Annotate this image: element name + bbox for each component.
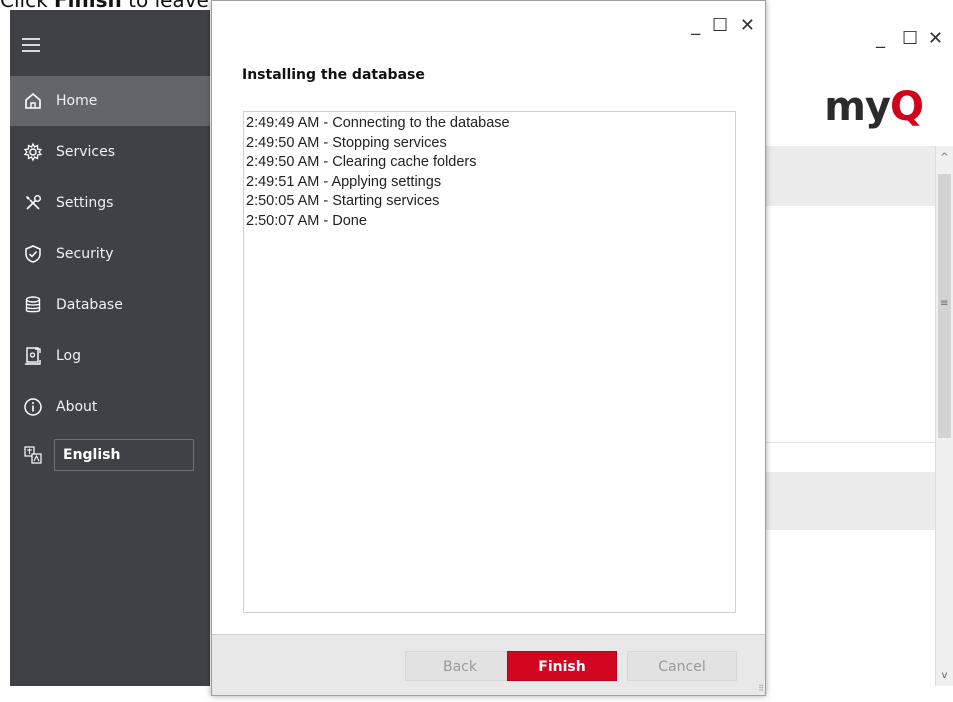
sidebar-item-label: Home	[56, 93, 98, 109]
scroll-down-icon[interactable]: v	[936, 668, 953, 684]
sidebar-item-home[interactable]: Home	[10, 76, 210, 126]
home-icon	[22, 90, 44, 112]
log-line: 2:50:05 AM - Starting services	[246, 193, 440, 210]
language-row: English	[10, 438, 210, 472]
shield-icon	[22, 243, 44, 265]
log-line: 2:49:51 AM - Applying settings	[246, 173, 442, 190]
language-select[interactable]: English	[54, 439, 194, 471]
log-line: 2:50:07 AM - Done	[246, 212, 367, 229]
maximize-icon[interactable]: ☐	[902, 28, 918, 49]
sidebar: Home Services Settings Security Database…	[10, 10, 210, 686]
sidebar-item-about[interactable]: About	[10, 382, 210, 432]
close-icon[interactable]: ✕	[740, 15, 755, 36]
sidebar-item-services[interactable]: Services	[10, 127, 210, 177]
resize-grip-icon[interactable]: ⠿	[758, 684, 764, 693]
log-line: 2:49:49 AM - Connecting to the database	[246, 115, 510, 131]
close-icon[interactable]: ✕	[928, 28, 943, 49]
log-line: 2:49:50 AM - Stopping services	[246, 134, 447, 151]
finish-button[interactable]: Finish	[507, 651, 617, 681]
database-wizard-dialog: _ ☐ ✕ Installing the database 2:49:49 AM…	[211, 0, 766, 696]
sidebar-item-label: Database	[56, 297, 123, 313]
back-button[interactable]: Back	[405, 651, 515, 681]
sidebar-item-label: Settings	[56, 195, 114, 211]
scroll-up-icon[interactable]: ^	[936, 150, 953, 166]
background-window: _ ☐ ✕ myQ ^ ≡ v	[766, 10, 953, 686]
dialog-footer: Back Finish Cancel ⠿	[212, 634, 765, 695]
hamburger-menu-icon[interactable]	[22, 38, 40, 52]
sidebar-item-label: Log	[56, 348, 82, 364]
log-line: 2:49:50 AM - Clearing cache folders	[246, 154, 477, 171]
divider	[766, 442, 936, 443]
dialog-window-controls: _ ☐ ✕	[691, 15, 755, 36]
maximize-icon[interactable]: ☐	[712, 15, 728, 36]
cancel-button[interactable]: Cancel	[627, 651, 737, 681]
myq-logo: myQ	[824, 84, 924, 130]
scrollbar[interactable]: ^ ≡ v	[935, 146, 953, 686]
dialog-heading: Installing the database	[242, 67, 425, 83]
sidebar-item-log[interactable]: Log	[10, 331, 210, 381]
grip-icon: ≡	[940, 298, 949, 309]
minimize-icon[interactable]: _	[876, 28, 885, 49]
gear-icon	[22, 141, 44, 163]
sidebar-item-label: Security	[56, 246, 114, 262]
content-band	[766, 472, 936, 530]
minimize-icon[interactable]: _	[691, 15, 700, 36]
info-icon	[22, 396, 44, 418]
database-icon	[22, 294, 44, 316]
sidebar-item-database[interactable]: Database	[10, 280, 210, 330]
sidebar-item-security[interactable]: Security	[10, 229, 210, 279]
sidebar-item-label: Services	[56, 144, 116, 160]
sidebar-item-settings[interactable]: Settings	[10, 178, 210, 228]
content-band	[766, 146, 936, 206]
translate-icon	[22, 444, 44, 466]
log-output[interactable]: 2:49:49 AM - Connecting to the database …	[243, 111, 736, 613]
sidebar-item-label: About	[56, 399, 98, 415]
log-icon	[22, 345, 44, 367]
tools-icon	[22, 192, 44, 214]
